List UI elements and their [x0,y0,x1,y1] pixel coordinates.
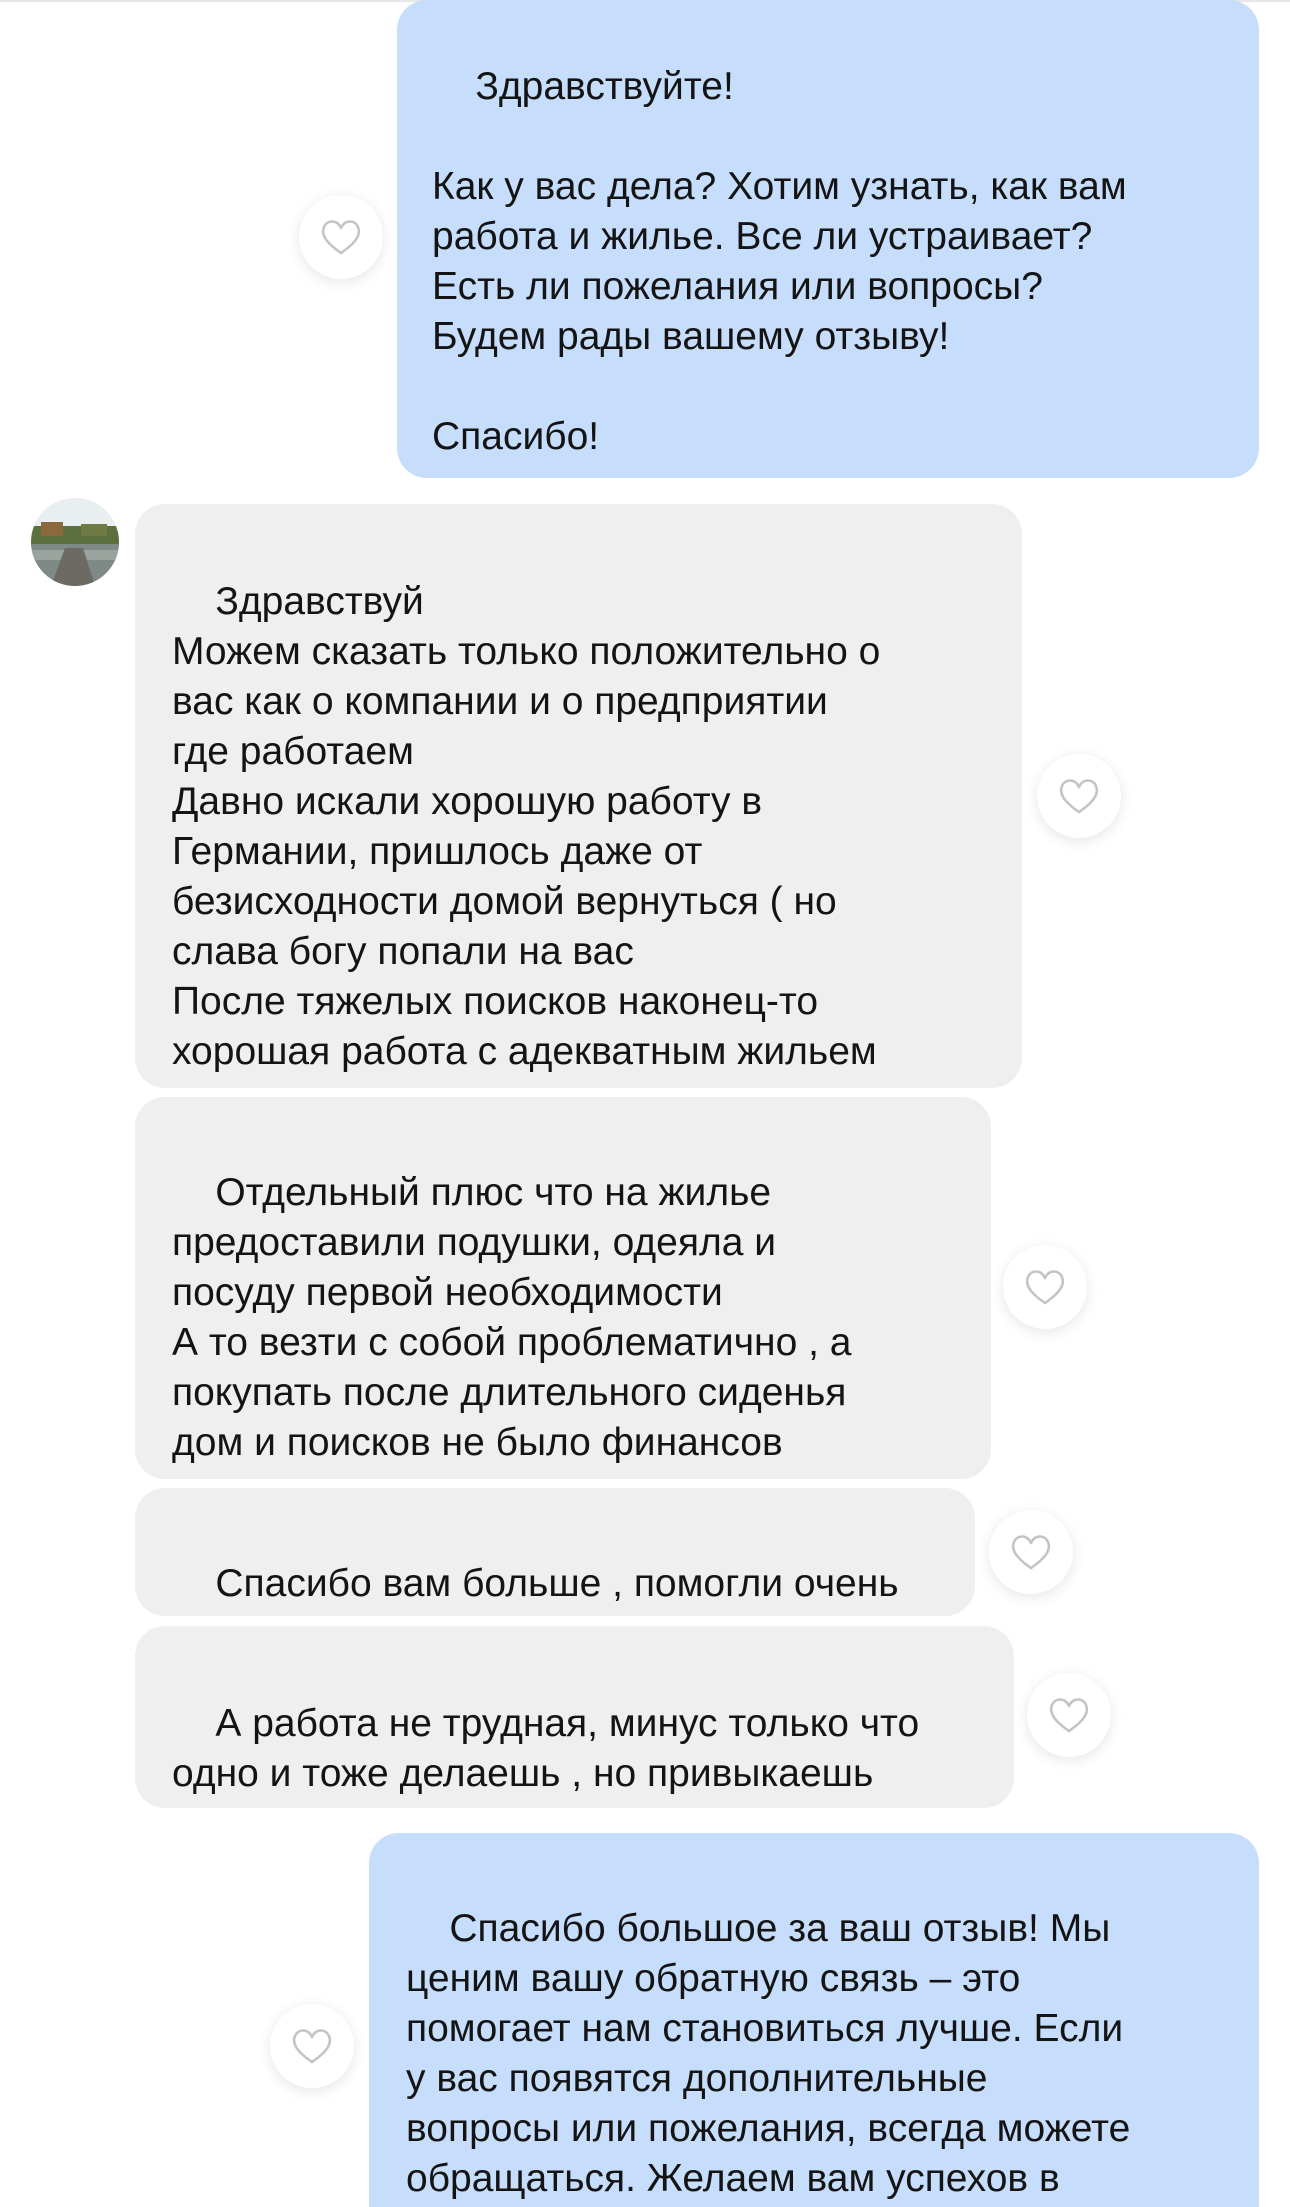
heart-outline-icon [321,220,361,255]
like-button[interactable] [270,2004,354,2088]
message-bubble-incoming[interactable]: Отдельный плюс что на жилье предоставили… [135,1097,991,1479]
heart-outline-icon [1049,1698,1089,1733]
message-bubble-outgoing[interactable]: Здравствуйте! Как у вас дела? Хотим узна… [397,0,1259,478]
like-button[interactable] [989,1510,1073,1594]
like-button[interactable] [1027,1673,1111,1757]
heart-outline-icon [1059,779,1099,814]
message-bubble-incoming[interactable]: Здравствуй Можем сказать только положите… [135,504,1022,1088]
message-text: Спасибо вам больше , помогли очень [215,1562,899,1605]
avatar-photo-icon [31,498,119,586]
heart-outline-icon [292,2029,332,2064]
message-text: Здравствуйте! Как у вас дела? Хотим узна… [432,65,1127,458]
message-bubble-outgoing[interactable]: Спасибо большое за ваш отзыв! Мы ценим в… [369,1833,1259,2207]
like-button[interactable] [1003,1245,1087,1329]
contact-avatar[interactable] [31,498,119,586]
like-button[interactable] [1037,754,1121,838]
like-button[interactable] [299,195,383,279]
message-bubble-incoming[interactable]: Спасибо вам больше , помогли очень [135,1488,975,1616]
message-text: Спасибо большое за ваш отзыв! Мы ценим в… [406,1907,1131,2200]
heart-outline-icon [1025,1270,1065,1305]
heart-outline-icon [1011,1535,1051,1570]
message-bubble-incoming[interactable]: А работа не трудная, минус только что од… [135,1626,1014,1808]
message-text: Отдельный плюс что на жилье предоставили… [172,1171,852,1464]
message-text: А работа не трудная, минус только что од… [172,1702,920,1795]
message-text: Здравствуй Можем сказать только положите… [172,580,881,1073]
chat-thread: Здравствуйте! Как у вас дела? Хотим узна… [0,0,1290,2207]
